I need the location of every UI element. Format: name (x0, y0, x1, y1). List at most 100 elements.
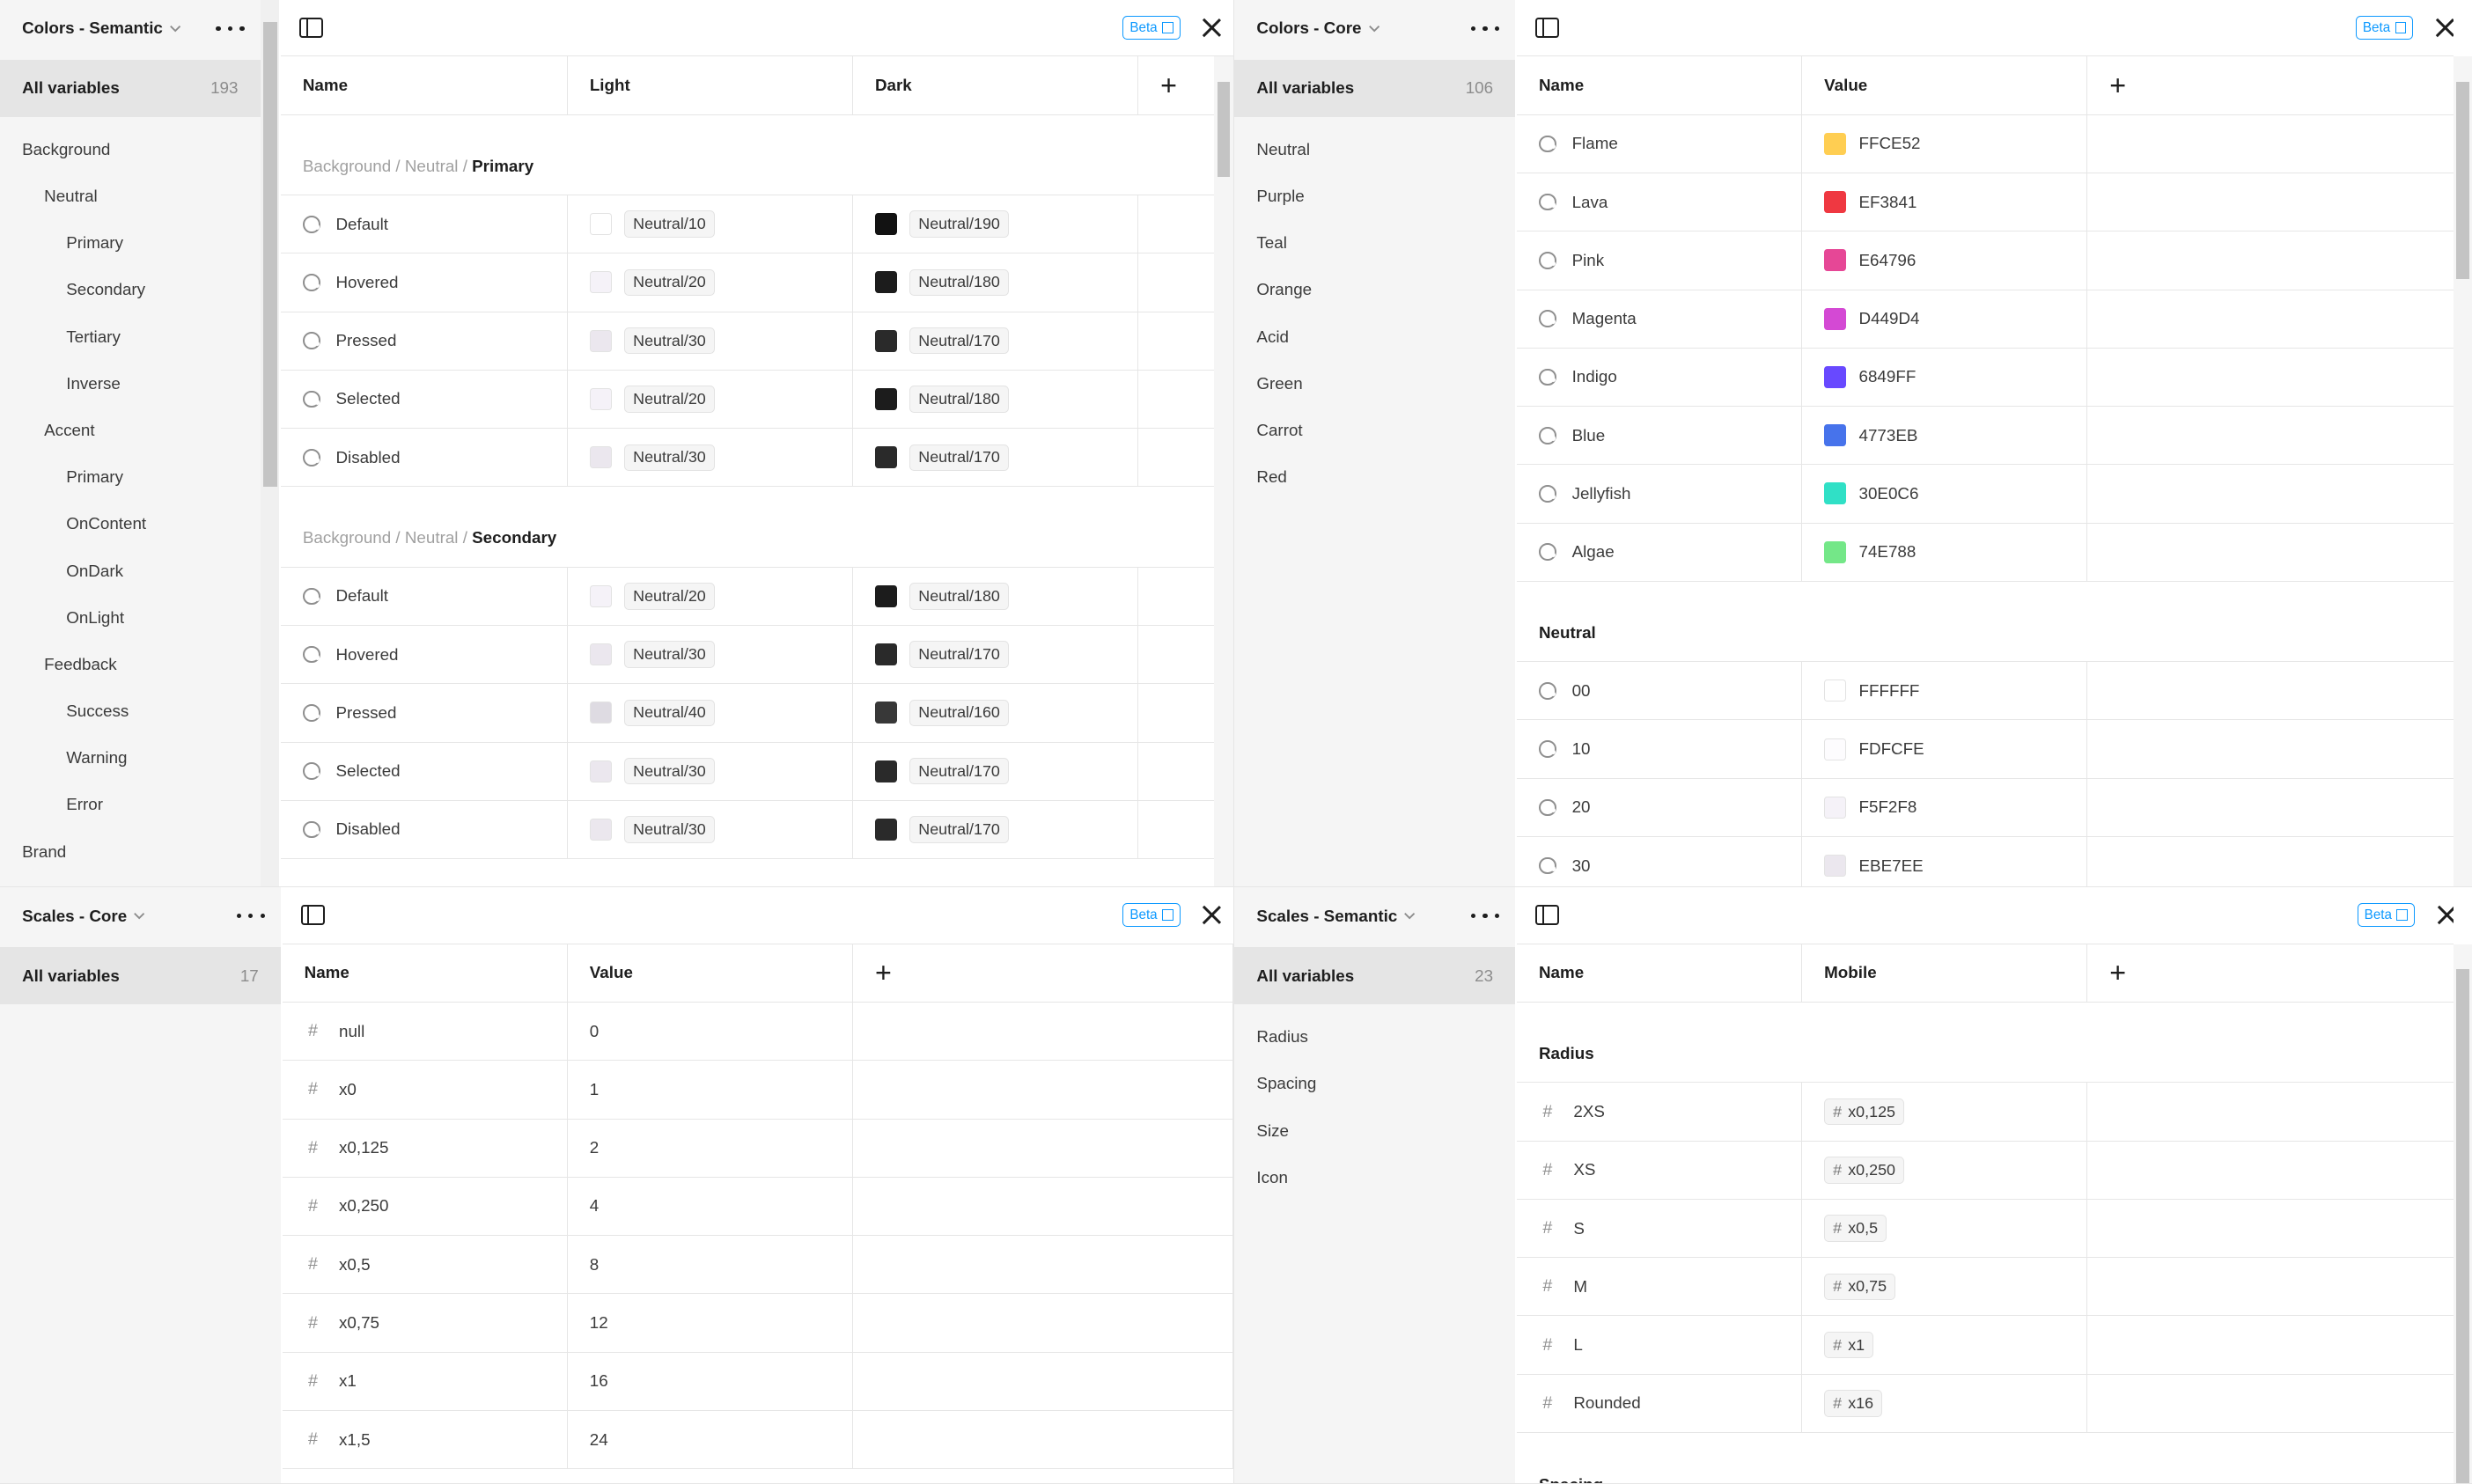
close-icon[interactable] (1202, 905, 1222, 925)
alias-chip[interactable]: # x0,250 (1824, 1157, 1904, 1184)
table-scrollbar-thumb[interactable] (2456, 969, 2469, 1484)
toggle-sidebar-icon[interactable] (1535, 17, 1560, 38)
variable-name-cell[interactable]: Disabled (281, 429, 568, 487)
variable-name-cell[interactable]: Blue (1517, 407, 1803, 465)
dark-value-cell[interactable]: Neutral/180 (853, 253, 1139, 312)
variable-name-cell[interactable]: Pink (1517, 231, 1803, 290)
group-item[interactable]: OnDark (0, 547, 261, 594)
variable-name-cell[interactable]: 10 (1517, 720, 1803, 778)
alias-chip[interactable]: Neutral/170 (909, 444, 1009, 471)
value-cell[interactable]: # x0,75 (1802, 1258, 2088, 1316)
variable-name-cell[interactable]: Selected (281, 742, 568, 800)
dark-value-cell[interactable]: Neutral/190 (853, 195, 1139, 253)
light-value-cell[interactable]: Neutral/20 (568, 567, 853, 625)
group-item[interactable]: Brand (0, 828, 261, 875)
variable-name-cell[interactable]: Algae (1517, 523, 1803, 581)
light-value-cell[interactable]: Neutral/40 (568, 684, 853, 742)
variable-name-cell[interactable]: Disabled (281, 800, 568, 859)
alias-chip[interactable]: Neutral/170 (909, 757, 1009, 785)
variable-name-cell[interactable]: Pressed (281, 312, 568, 370)
collection-title[interactable]: Colors - Semantic (22, 18, 163, 38)
variable-name-cell[interactable]: Flame (1517, 114, 1803, 173)
alias-chip[interactable]: Neutral/30 (624, 641, 715, 668)
more-options-icon[interactable] (216, 18, 245, 40)
value-cell[interactable]: F5F2F8 (1802, 778, 2088, 836)
group-item[interactable]: Primary (0, 454, 261, 501)
table-scrollbar-thumb[interactable] (1217, 82, 1230, 177)
collection-header[interactable]: Colors - Core (1234, 0, 1515, 56)
variable-name-cell[interactable]: Lava (1517, 173, 1803, 231)
toggle-sidebar-icon[interactable] (1535, 905, 1560, 926)
variable-name-cell[interactable]: # x1,5 (283, 1410, 568, 1469)
group-item[interactable]: Radius (1234, 1014, 1515, 1061)
value-cell[interactable]: # x16 (1802, 1374, 2088, 1432)
all-variables-item[interactable]: All variables 106 (1234, 60, 1516, 117)
all-variables-item[interactable]: All variables 193 (0, 60, 261, 117)
group-item[interactable]: Warning (0, 735, 261, 782)
column-header-value[interactable]: Value (1802, 56, 2088, 114)
alias-chip[interactable]: Neutral/20 (624, 386, 715, 413)
value-cell[interactable]: 74E788 (1802, 523, 2088, 581)
variable-name-cell[interactable]: # L (1517, 1316, 1803, 1374)
variable-name-cell[interactable]: # x0 (283, 1061, 568, 1119)
light-value-cell[interactable]: Neutral/10 (568, 195, 853, 253)
alias-chip[interactable]: Neutral/20 (624, 583, 715, 610)
close-icon[interactable] (2436, 905, 2454, 925)
alias-chip[interactable]: Neutral/160 (909, 699, 1009, 727)
toggle-sidebar-icon[interactable] (299, 17, 324, 38)
chevron-down-icon[interactable] (133, 911, 145, 921)
alias-chip[interactable]: Neutral/180 (909, 583, 1009, 610)
column-header-value[interactable]: Value (568, 944, 853, 1003)
group-item[interactable]: Carrot (1234, 407, 1515, 453)
collection-title[interactable]: Scales - Core (22, 907, 127, 926)
value-cell[interactable]: 6849FF (1802, 348, 2088, 407)
light-value-cell[interactable]: Neutral/20 (568, 253, 853, 312)
alias-chip[interactable]: Neutral/30 (624, 816, 715, 843)
value-cell[interactable]: # x0,5 (1802, 1199, 2088, 1258)
alias-chip[interactable]: Neutral/170 (909, 641, 1009, 668)
dark-value-cell[interactable]: Neutral/170 (853, 742, 1139, 800)
close-icon[interactable] (1202, 18, 1222, 38)
beta-badge[interactable]: Beta (2357, 903, 2416, 928)
chevron-down-icon[interactable] (169, 24, 181, 33)
variable-name-cell[interactable]: #2XS (1517, 1083, 1803, 1141)
collection-header[interactable]: Colors - Semantic (0, 0, 261, 56)
alias-chip[interactable]: # x0,5 (1824, 1215, 1887, 1242)
alias-chip[interactable]: # x1 (1824, 1331, 1874, 1359)
variable-name-cell[interactable]: Hovered (281, 253, 568, 312)
alias-chip[interactable]: Neutral/40 (624, 699, 715, 727)
chevron-down-icon[interactable] (1403, 911, 1416, 921)
beta-badge[interactable]: Beta (1122, 903, 1181, 928)
column-header-mobile[interactable]: Mobile (1802, 944, 2088, 1003)
column-header-dark[interactable]: Dark (853, 56, 1139, 114)
group-item[interactable]: Accent (0, 407, 261, 453)
value-cell[interactable]: 1 (568, 1061, 853, 1119)
add-mode-button[interactable]: + (2087, 56, 2454, 114)
variable-name-cell[interactable]: # XS (1517, 1141, 1803, 1199)
dark-value-cell[interactable]: Neutral/180 (853, 567, 1139, 625)
value-cell[interactable]: # x0,125 (1802, 1083, 2088, 1141)
value-cell[interactable]: D449D4 (1802, 290, 2088, 348)
column-header-light[interactable]: Light (568, 56, 853, 114)
dark-value-cell[interactable]: Neutral/170 (853, 800, 1139, 859)
alias-chip[interactable]: Neutral/170 (909, 816, 1009, 843)
light-value-cell[interactable]: Neutral/30 (568, 312, 853, 370)
group-item[interactable]: Green (1234, 360, 1515, 407)
light-value-cell[interactable]: Neutral/30 (568, 429, 853, 487)
value-cell[interactable]: 2 (568, 1119, 853, 1177)
variable-name-cell[interactable]: # x0,250 (283, 1177, 568, 1236)
variable-name-cell[interactable]: # S (1517, 1199, 1803, 1258)
group-item[interactable]: Neutral (1234, 126, 1515, 173)
collection-header[interactable]: Scales - Core (0, 887, 281, 944)
group-item[interactable]: Orange (1234, 267, 1515, 313)
sidebar-scrollbar-thumb[interactable] (263, 22, 278, 488)
alias-chip[interactable]: # x0,125 (1824, 1098, 1904, 1126)
dark-value-cell[interactable]: Neutral/170 (853, 625, 1139, 684)
value-cell[interactable]: 4773EB (1802, 407, 2088, 465)
table-scrollbar-track[interactable] (1214, 56, 1233, 886)
group-item[interactable]: Size (1234, 1107, 1515, 1154)
table-scrollbar-thumb[interactable] (2456, 82, 2469, 279)
collection-header[interactable]: Scales - Semantic (1234, 887, 1515, 944)
group-item[interactable]: Neutral (0, 173, 261, 219)
group-item[interactable]: Red (1234, 454, 1515, 501)
